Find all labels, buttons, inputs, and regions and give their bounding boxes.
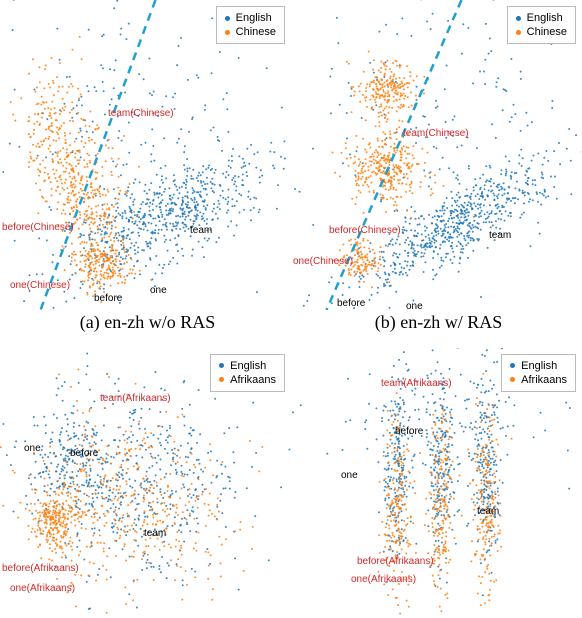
- legend-dot-afrikaans: [510, 377, 515, 382]
- legend-dot-chinese: [516, 30, 521, 35]
- panel-bottom-left: English Afrikaans team(Afrikaans)onebefo…: [0, 348, 291, 618]
- caption-b: (b) en-zh w/ RAS: [375, 312, 502, 333]
- legend-label: Afrikaans: [230, 373, 276, 387]
- panel-top-left: English Chinese team(Chinese)before(Chin…: [0, 0, 291, 310]
- legend-dot-english: [510, 363, 515, 368]
- legend-label: Chinese: [236, 25, 276, 39]
- legend-dot-afrikaans: [219, 377, 224, 382]
- legend-dot-chinese: [225, 30, 230, 35]
- caption-row: (a) en-zh w/o RAS (b) en-zh w/ RAS: [0, 310, 582, 347]
- legend-dot-english: [219, 363, 224, 368]
- caption-a: (a) en-zh w/o RAS: [80, 312, 215, 333]
- scatter-en-zh-noras: [0, 0, 291, 310]
- legend-label: English: [230, 359, 266, 373]
- panel-top-right: English Chinese team(Chinese)before(Chin…: [291, 0, 582, 310]
- legend: English Afrikaans: [501, 354, 576, 392]
- legend: English Chinese: [216, 6, 285, 44]
- legend: English Chinese: [507, 6, 576, 44]
- legend-label: Chinese: [527, 25, 567, 39]
- legend: English Afrikaans: [210, 354, 285, 392]
- legend-label: Afrikaans: [521, 373, 567, 387]
- legend-dot-english: [516, 16, 521, 21]
- legend-label: English: [236, 11, 272, 25]
- scatter-en-zh-ras: [291, 0, 582, 310]
- legend-dot-english: [225, 16, 230, 21]
- legend-label: English: [521, 359, 557, 373]
- legend-label: English: [527, 11, 563, 25]
- panel-bottom-right: English Afrikaans team(Afrikaans)beforeo…: [291, 348, 582, 618]
